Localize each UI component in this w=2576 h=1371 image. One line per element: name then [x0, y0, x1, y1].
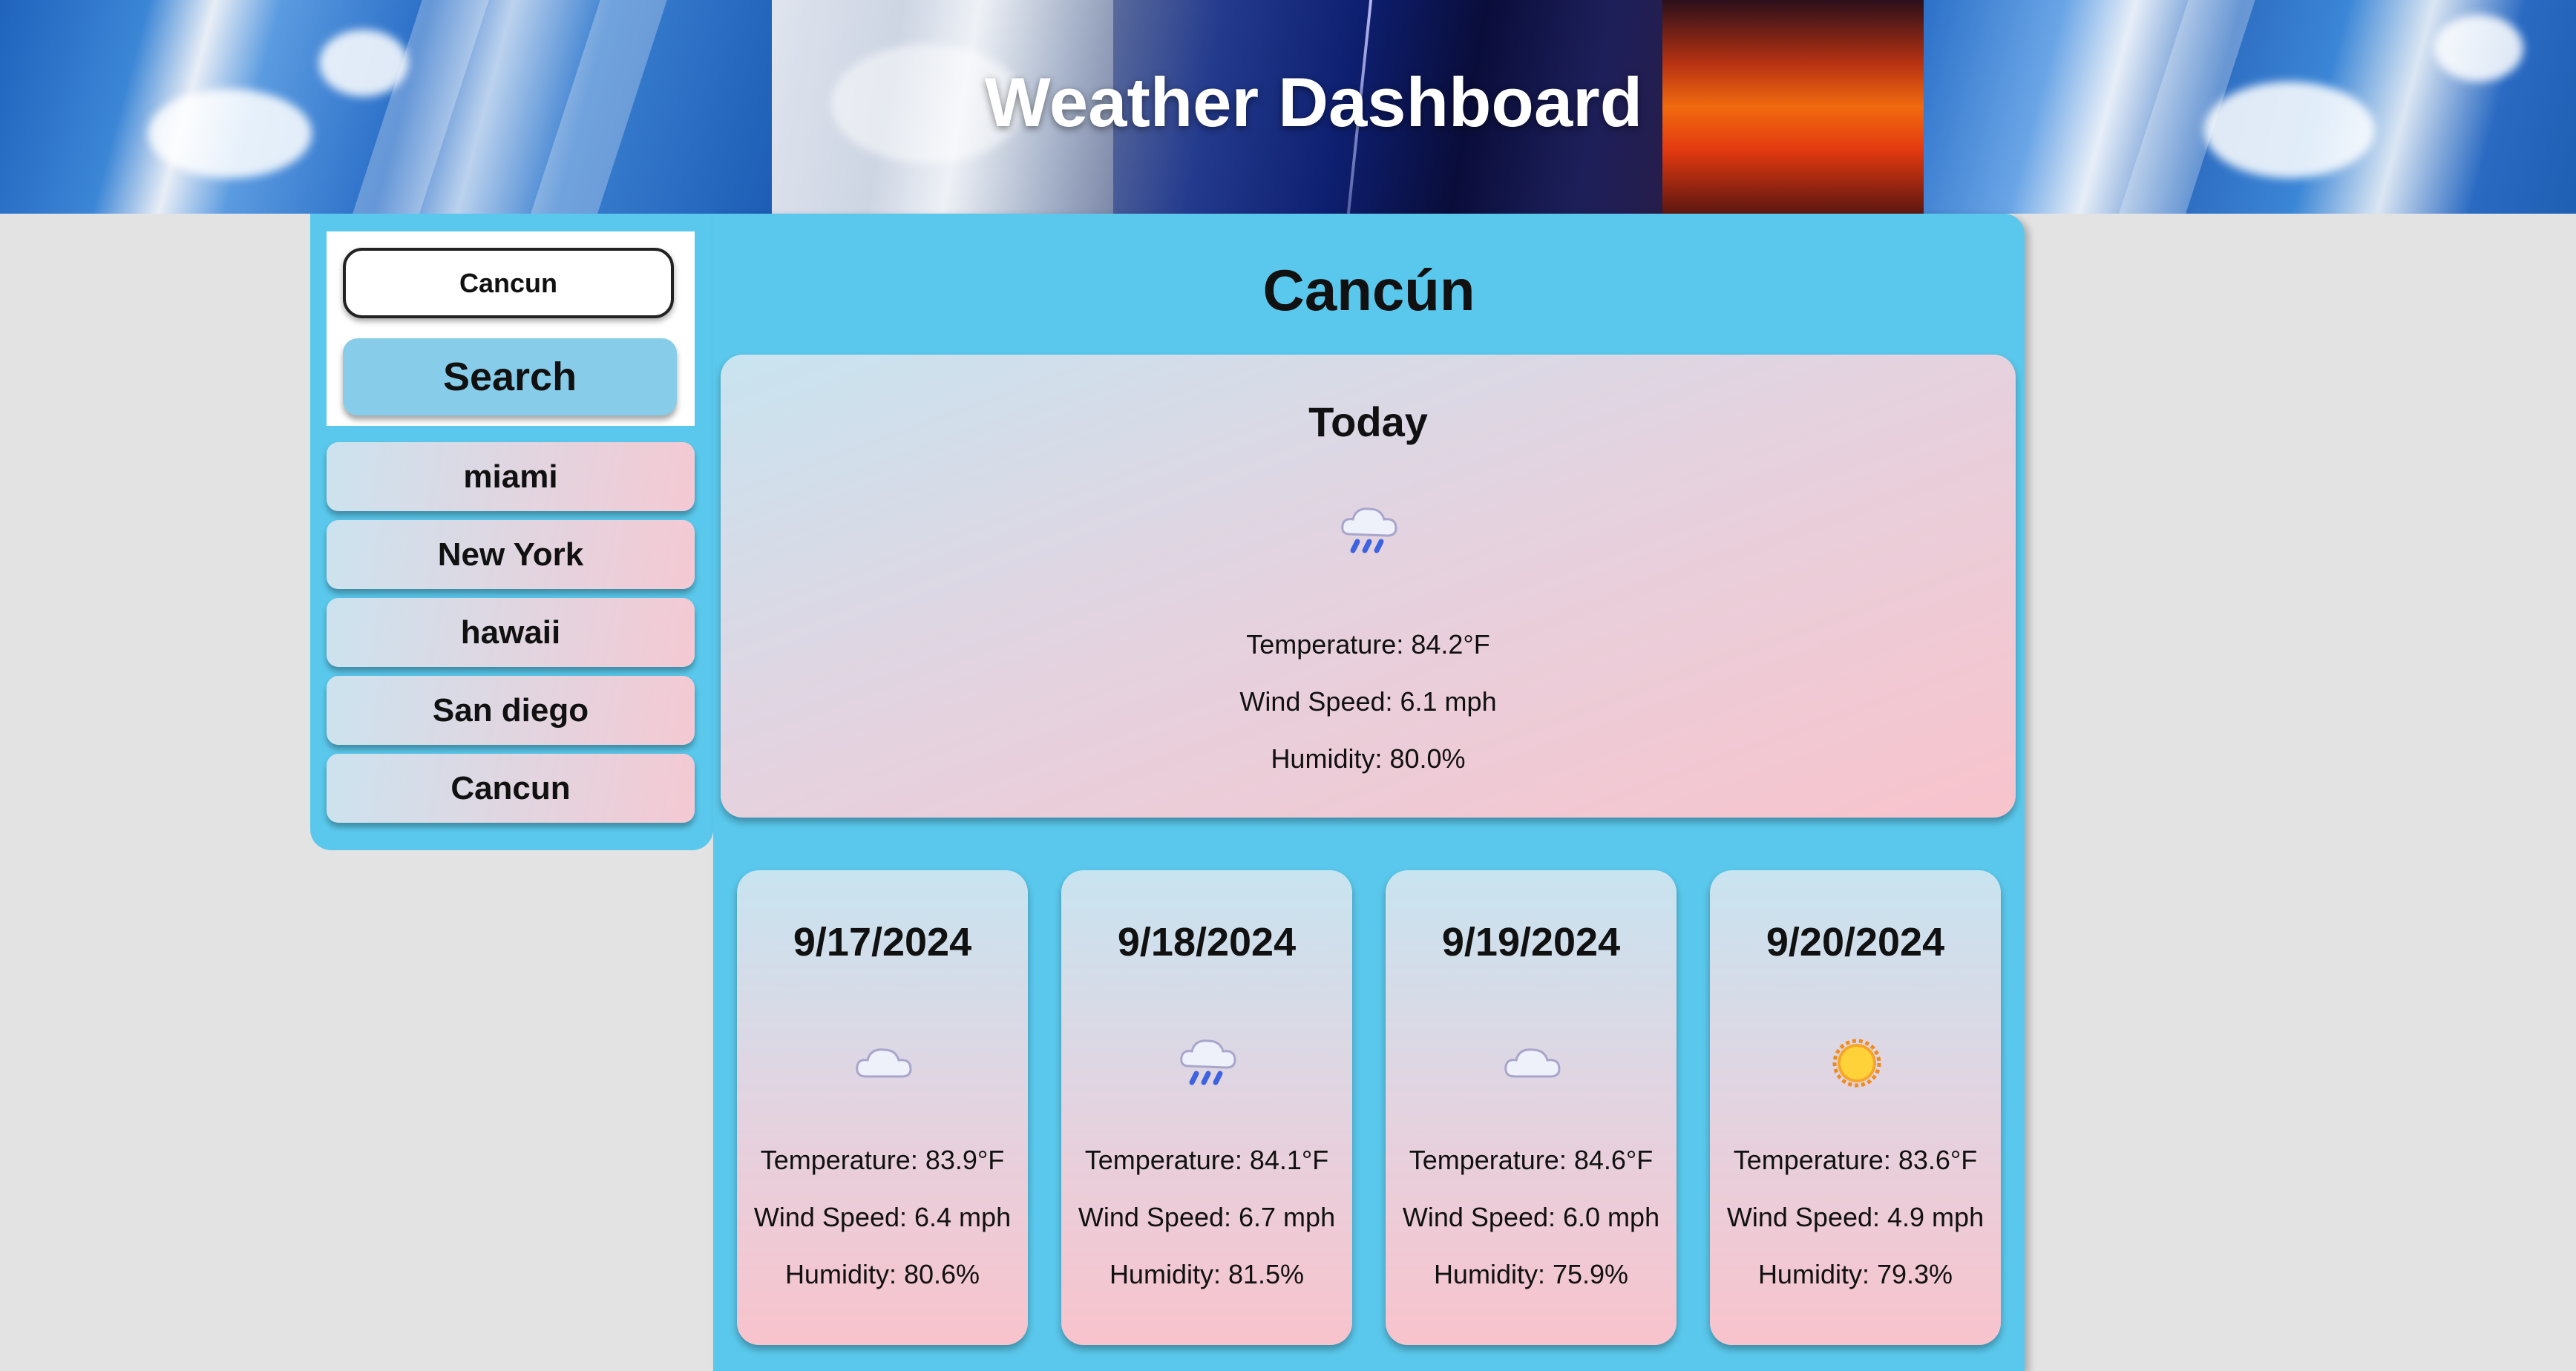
- history-item-hawaii[interactable]: hawaii: [327, 598, 695, 667]
- city-search-input[interactable]: [343, 248, 674, 318]
- rain-cloud-icon: [1341, 507, 1397, 553]
- current-wind-speed: Wind Speed: 6.1 mph: [1239, 686, 1497, 717]
- cloud-icon: [856, 1048, 912, 1078]
- current-weather-card: Today Temperature: 84.2°F Wind Speed: 6.…: [721, 355, 2016, 818]
- forecast-humidity: Humidity: 81.5%: [1109, 1259, 1305, 1289]
- search-form: Search: [327, 231, 695, 426]
- forecast-wind-speed: Wind Speed: 6.4 mph: [753, 1202, 1012, 1232]
- forecast-humidity: Humidity: 79.3%: [1757, 1259, 1953, 1289]
- forecast-temperature: Temperature: 84.1°F: [1084, 1145, 1329, 1175]
- forecast-temperature: Temperature: 83.9°F: [760, 1145, 1005, 1175]
- forecast-date: 9/18/2024: [1117, 920, 1297, 964]
- history-item-cancun[interactable]: Cancun: [327, 754, 695, 823]
- forecast-date: 9/19/2024: [1441, 920, 1621, 964]
- search-button[interactable]: Search: [343, 338, 677, 415]
- city-name: Cancún: [1262, 257, 1475, 323]
- current-temperature: Temperature: 84.2°F: [1246, 629, 1490, 660]
- today-label: Today: [1308, 398, 1428, 445]
- page-title: Weather Dashboard: [984, 63, 1643, 141]
- cloud-icon: [1504, 1048, 1561, 1078]
- sidebar: Search miami New York hawaii San diego C…: [310, 214, 713, 850]
- search-history-list: miami New York hawaii San diego Cancun: [327, 442, 695, 832]
- forecast-temperature: Temperature: 83.6°F: [1733, 1145, 1978, 1175]
- forecast-date: 9/20/2024: [1766, 920, 1945, 964]
- forecast-humidity: Humidity: 75.9%: [1433, 1259, 1629, 1289]
- forecast-card: 9/19/2024 Temperature: 84.6°F Wind Speed…: [1386, 870, 1677, 1345]
- forecast-wind-speed: Wind Speed: 4.9 mph: [1726, 1202, 1985, 1232]
- forecast-card: 9/17/2024 Temperature: 83.9°F Wind Speed…: [737, 870, 1028, 1345]
- history-item-san-diego[interactable]: San diego: [327, 676, 695, 745]
- sun-icon: [1832, 1039, 1881, 1088]
- forecast-wind-speed: Wind Speed: 6.0 mph: [1402, 1202, 1660, 1232]
- forecast-date: 9/17/2024: [793, 920, 972, 964]
- current-humidity: Humidity: 80.0%: [1271, 743, 1466, 774]
- history-item-miami[interactable]: miami: [327, 442, 695, 511]
- forecast-humidity: Humidity: 80.6%: [784, 1259, 980, 1289]
- rain-cloud-icon: [1180, 1039, 1236, 1085]
- forecast-wind-speed: Wind Speed: 6.7 mph: [1078, 1202, 1336, 1232]
- forecast-card: 9/18/2024 Temperature: 84.1°F Wind Speed…: [1061, 870, 1352, 1345]
- history-item-new-york[interactable]: New York: [327, 520, 695, 589]
- weather-panel: Cancún Today Temperature: 84.2°F Wind Sp…: [713, 214, 2025, 1371]
- forecast-temperature: Temperature: 84.6°F: [1409, 1145, 1654, 1175]
- forecast-card: 9/20/2024 Temperature: 83.6°F Wind Speed…: [1710, 870, 2001, 1345]
- header-banner: Weather Dashboard: [0, 0, 2576, 214]
